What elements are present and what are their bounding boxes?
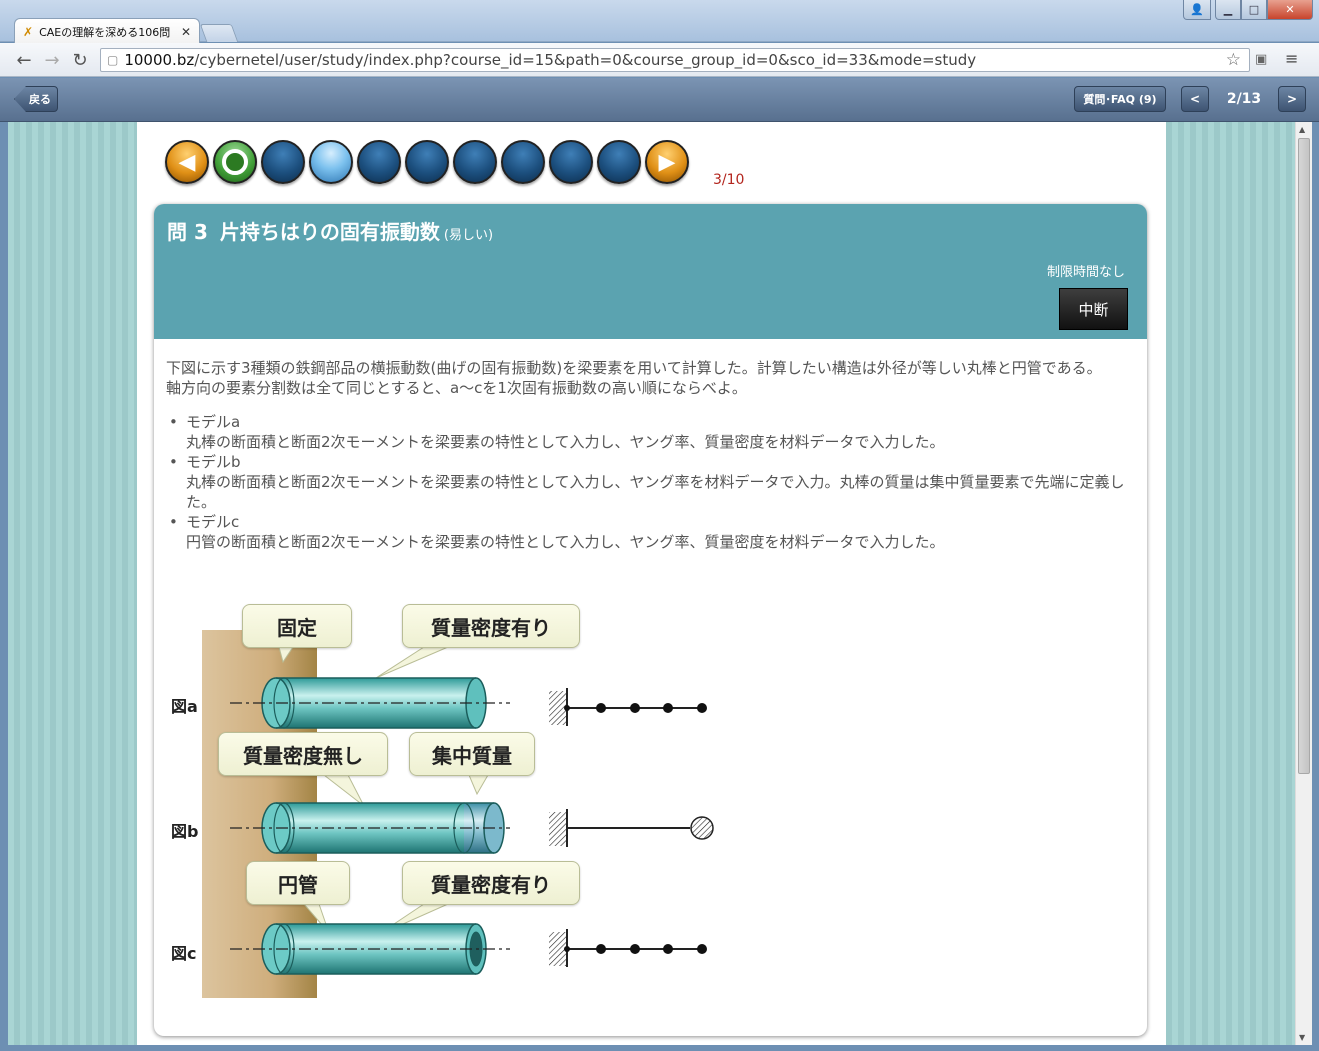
forward-arrow-icon[interactable]: → bbox=[40, 49, 64, 71]
list-item: モデルc 円管の断面積と断面2次モーメントを梁要素の特性として入力し、ヤング率、… bbox=[166, 512, 1136, 552]
beam-diagram bbox=[230, 646, 714, 975]
maximize-button[interactable]: □ bbox=[1241, 0, 1267, 20]
bookmark-star-icon[interactable]: ☆ bbox=[1226, 50, 1241, 70]
url-text: 10000.bz/cybernetel/user/study/index.php… bbox=[124, 51, 977, 69]
model-desc: 丸棒の断面積と断面2次モーメントを梁要素の特性として入力し、ヤング率、質量密度を… bbox=[186, 433, 945, 451]
browser-toolbar: ← → ↻ ▢ 10000.bz/cybernetel/user/study/i… bbox=[0, 43, 1319, 77]
callout-no-mass-density: 質量密度無し bbox=[218, 732, 388, 776]
question-title: 問 3 片持ちはりの固有振動数 (易しい) bbox=[167, 220, 494, 244]
window-frame-bottom bbox=[0, 1045, 1319, 1051]
scrollbar[interactable]: ▲ ▼ bbox=[1295, 122, 1312, 1045]
play-left-icon: ◀ bbox=[178, 149, 196, 175]
progress-dot-8[interactable] bbox=[549, 140, 593, 184]
model-list: モデルa 丸棒の断面積と断面2次モーメントを梁要素の特性として入力し、ヤング率、… bbox=[166, 412, 1136, 552]
prev-page-button[interactable]: < bbox=[1181, 86, 1209, 112]
reload-icon[interactable]: ↻ bbox=[68, 49, 92, 71]
progress-dot-1[interactable] bbox=[213, 140, 257, 184]
progress-dot-4[interactable] bbox=[357, 140, 401, 184]
window-frame-left bbox=[0, 122, 8, 1051]
problem-figure: 図a 図b 図c 固定 質量密度有り 質量密度無し 集中質量 円管 質量密度有り bbox=[154, 596, 854, 1016]
content-panel: ◀ ▶ 3/10 問 3 片持ちはりの固有振動数 (易しい) 制限時間なし 中断 下… bbox=[137, 122, 1166, 1045]
question-progress: ◀ ▶ bbox=[165, 140, 689, 188]
model-desc: 円管の断面積と断面2次モーメントを梁要素の特性として入力し、ヤング率、質量密度を… bbox=[186, 533, 945, 551]
extension-icon[interactable]: ▣ bbox=[1255, 52, 1271, 68]
tab-title: CAEの理解を深める106問 bbox=[39, 25, 171, 39]
question-card: 問 3 片持ちはりの固有振動数 (易しい) 制限時間なし 中断 下図に示す3種類の鉄… bbox=[154, 204, 1147, 1036]
model-name: モデルa bbox=[186, 413, 241, 431]
question-instruction: 軸方向の要素分割数は全て同じとすると、a～cを1次固有振動数の高い順にならべよ。 bbox=[166, 379, 747, 397]
question-counter: 3/10 bbox=[713, 172, 745, 188]
browser-tab[interactable]: ✗ CAEの理解を深める106問 ✕ bbox=[14, 18, 200, 44]
next-page-button[interactable]: > bbox=[1278, 86, 1306, 112]
time-limit: 制限時間なし bbox=[1046, 265, 1125, 280]
progress-dot-3[interactable] bbox=[309, 140, 353, 184]
minimize-button[interactable]: ▁ bbox=[1215, 0, 1241, 20]
question-intro: 下図に示す3種類の鉄鋼部品の横振動数(曲げの固有振動数)を梁要素を用いて計算した… bbox=[166, 359, 1102, 377]
page-icon: ▢ bbox=[107, 53, 119, 67]
next-question-button[interactable]: ▶ bbox=[645, 140, 689, 184]
browser-titlebar: ✗ CAEの理解を深める106問 ✕ 👤 ▁ □ ✕ bbox=[0, 0, 1319, 44]
scroll-up-icon[interactable]: ▲ bbox=[1299, 125, 1305, 134]
scroll-down-icon[interactable]: ▼ bbox=[1299, 1033, 1305, 1042]
model-desc: 丸棒の断面積と断面2次モーメントを梁要素の特性として入力し、ヤング率を材料データ… bbox=[186, 473, 1125, 511]
address-bar[interactable]: ▢ 10000.bz/cybernetel/user/study/index.p… bbox=[100, 48, 1250, 72]
question-body: 下図に示す3種類の鉄鋼部品の横振動数(曲げの固有振動数)を梁要素を用いて計算した… bbox=[166, 358, 1136, 552]
new-tab-button[interactable] bbox=[199, 24, 239, 42]
beam-model-b bbox=[549, 809, 714, 847]
callout-mass-density-a: 質量密度有り bbox=[402, 604, 580, 648]
callout-pipe: 円管 bbox=[246, 861, 350, 905]
question-header: 問 3 片持ちはりの固有振動数 (易しい) 制限時間なし 中断 bbox=[154, 204, 1147, 339]
scroll-thumb[interactable] bbox=[1298, 138, 1310, 774]
close-window-button[interactable]: ✕ bbox=[1267, 0, 1313, 20]
user-profile-icon[interactable]: 👤 bbox=[1183, 0, 1211, 20]
figure-label-b: 図b bbox=[171, 822, 199, 841]
callout-lumped-mass: 集中質量 bbox=[409, 732, 535, 776]
progress-dot-7[interactable] bbox=[501, 140, 545, 184]
list-item: モデルb 丸棒の断面積と断面2次モーメントを梁要素の特性として入力し、ヤング率を… bbox=[166, 452, 1136, 512]
app-top-bar: 戻る 質問･FAQ (9) < 2/13 > bbox=[0, 78, 1319, 122]
callout-fixed: 固定 bbox=[242, 604, 352, 648]
figure-label-c: 図c bbox=[171, 944, 197, 963]
list-item: モデルa 丸棒の断面積と断面2次モーメントを梁要素の特性として入力し、ヤング率、… bbox=[166, 412, 1136, 452]
play-right-icon: ▶ bbox=[658, 149, 676, 175]
tab-close-icon[interactable]: ✕ bbox=[181, 25, 191, 39]
progress-dot-5[interactable] bbox=[405, 140, 449, 184]
back-arrow-icon[interactable]: ← bbox=[12, 49, 36, 71]
model-name: モデルb bbox=[186, 453, 241, 471]
faq-button[interactable]: 質問･FAQ (9) bbox=[1074, 86, 1166, 112]
pause-button[interactable]: 中断 bbox=[1059, 288, 1128, 330]
progress-dot-6[interactable] bbox=[453, 140, 497, 184]
model-name: モデルc bbox=[186, 513, 240, 531]
difficulty-label: (易しい) bbox=[443, 228, 494, 243]
menu-icon[interactable]: ≡ bbox=[1285, 49, 1303, 69]
beam-model-c bbox=[549, 929, 707, 967]
callout-mass-density-c: 質量密度有り bbox=[402, 861, 580, 905]
progress-dot-9[interactable] bbox=[597, 140, 641, 184]
beam-model-a bbox=[549, 688, 707, 726]
page-counter: 2/13 bbox=[1226, 91, 1262, 107]
figure-label-a: 図a bbox=[171, 697, 198, 716]
progress-dot-2[interactable] bbox=[261, 140, 305, 184]
back-button[interactable]: 戻る bbox=[14, 86, 58, 112]
favicon-icon: ✗ bbox=[23, 24, 34, 39]
prev-question-button[interactable]: ◀ bbox=[165, 140, 209, 184]
